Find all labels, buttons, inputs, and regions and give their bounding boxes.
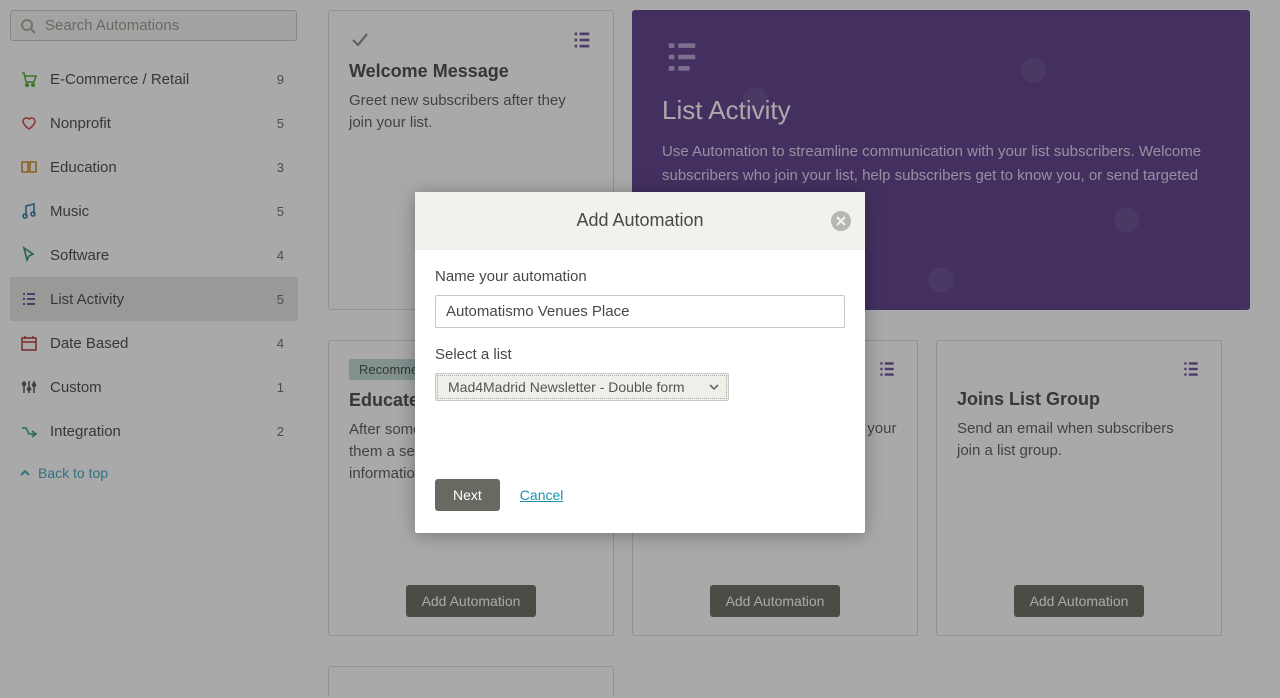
close-icon xyxy=(836,216,846,226)
add-automation-modal: Add Automation Name your automation Sele… xyxy=(415,192,865,533)
modal-overlay[interactable]: Add Automation Name your automation Sele… xyxy=(0,0,1280,698)
name-label: Name your automation xyxy=(435,268,845,285)
list-label: Select a list xyxy=(435,346,845,363)
modal-title: Add Automation xyxy=(435,210,845,231)
modal-body: Name your automation Select a list Mad4M… xyxy=(415,250,865,533)
modal-header: Add Automation xyxy=(415,192,865,250)
modal-close-button[interactable] xyxy=(831,211,851,231)
cancel-link[interactable]: Cancel xyxy=(520,487,564,503)
list-select[interactable]: Mad4Madrid Newsletter - Double form xyxy=(435,373,729,401)
next-button[interactable]: Next xyxy=(435,479,500,511)
automation-name-input[interactable] xyxy=(435,295,845,328)
